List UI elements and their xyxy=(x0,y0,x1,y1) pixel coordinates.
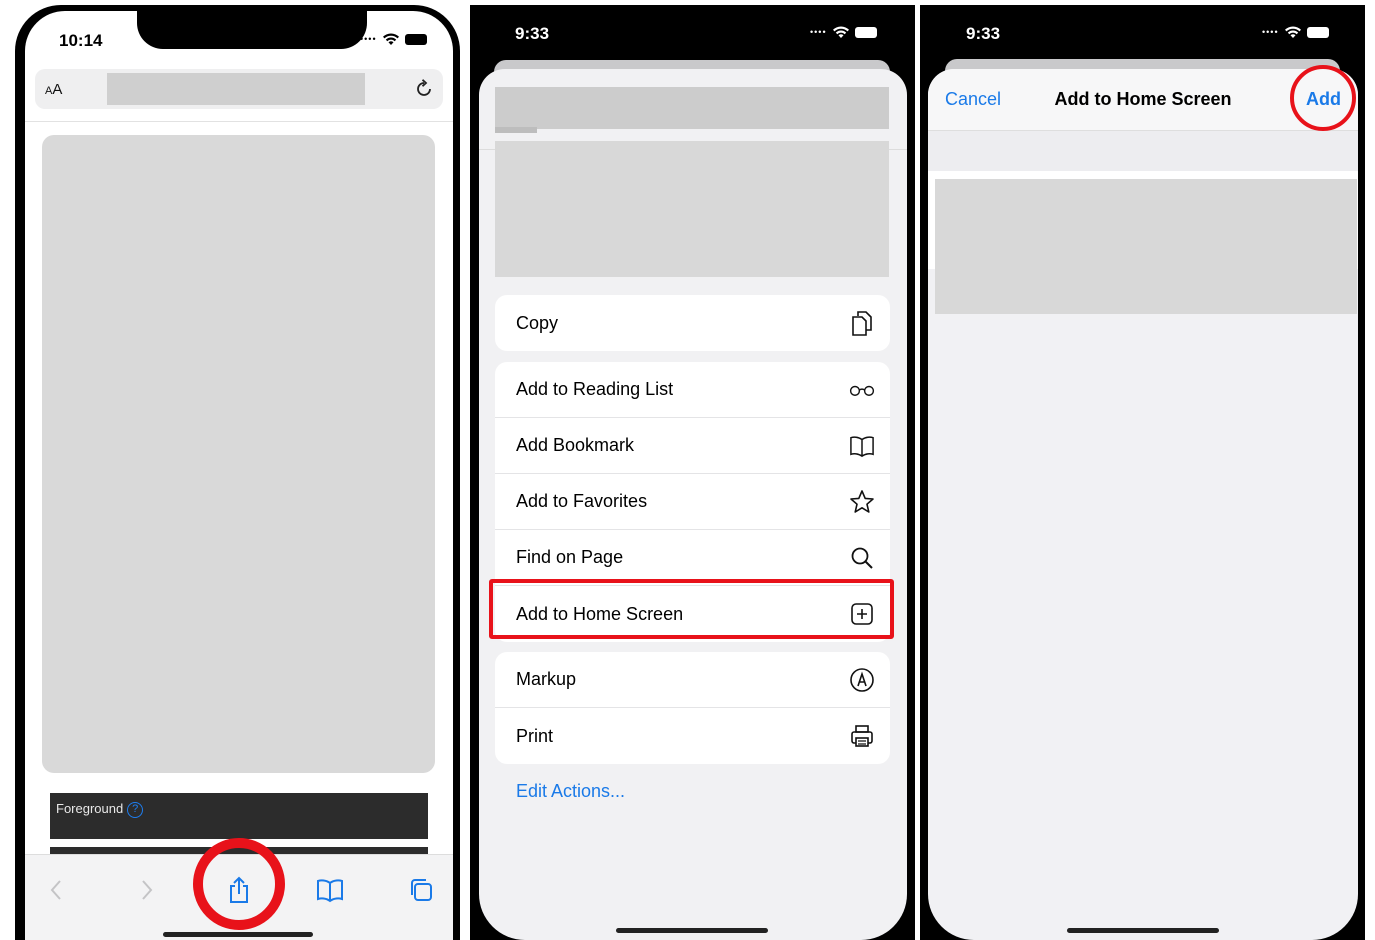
book-icon xyxy=(317,879,343,903)
status-time: 9:33 xyxy=(515,24,550,43)
action-label: Find on Page xyxy=(516,547,624,567)
home-screen-highlight-box xyxy=(489,579,894,639)
foreground-label: Foreground? xyxy=(56,801,144,818)
share-subtitle-placeholder xyxy=(495,127,537,133)
book-icon xyxy=(848,432,876,460)
action-add-bookmark[interactable]: Add Bookmark xyxy=(495,418,890,474)
text-size-large-a: A xyxy=(52,81,63,98)
action-markup[interactable]: Markup xyxy=(495,652,890,708)
foreground-text: Foreground xyxy=(56,801,124,816)
phone-screen: 10:14 •••• AA Foreground? xyxy=(25,11,453,940)
action-group-copy: Copy xyxy=(495,295,890,351)
action-add-to-reading-list[interactable]: Add to Reading List xyxy=(495,362,890,418)
star-icon xyxy=(848,488,876,516)
safari-browser-panel: 10:14 •••• AA Foreground? xyxy=(15,5,460,940)
action-find-on-page[interactable]: Find on Page xyxy=(495,530,890,586)
action-copy[interactable]: Copy xyxy=(495,295,890,351)
search-icon xyxy=(848,544,876,572)
share-sheet: Copy Add to Reading List Add Bookmark Ad… xyxy=(479,69,907,940)
printer-icon xyxy=(848,722,876,750)
help-icon[interactable]: ? xyxy=(127,802,144,818)
battery-icon xyxy=(1306,26,1329,38)
home-indicator xyxy=(616,928,768,933)
tabs-button[interactable] xyxy=(404,873,438,907)
status-icons: •••• xyxy=(360,32,427,46)
action-label: Print xyxy=(516,725,554,746)
chevron-right-icon xyxy=(142,880,153,900)
add-highlight-circle xyxy=(1290,65,1356,131)
tabs-icon xyxy=(411,879,432,901)
action-group-secondary: Markup Print xyxy=(495,652,890,764)
wifi-icon xyxy=(832,26,849,38)
share-title-placeholder xyxy=(495,87,889,129)
foreground-bar: Foreground? xyxy=(50,793,428,839)
address-bar[interactable]: AA xyxy=(35,69,443,109)
status-time: 10:14 xyxy=(59,31,103,50)
action-label: Copy xyxy=(516,312,559,333)
webpage-content xyxy=(42,135,435,773)
action-label: Add to Favorites xyxy=(516,491,648,511)
status-icons: •••• xyxy=(1262,25,1329,39)
signal-icon: •••• xyxy=(360,34,377,44)
add-to-home-screen-panel: 9:33 •••• Add to Home Screen Cancel Add xyxy=(920,5,1365,940)
chevron-left-icon xyxy=(50,880,61,900)
wifi-icon xyxy=(382,33,399,45)
copy-icon xyxy=(848,309,876,337)
section-gap xyxy=(928,131,1358,171)
battery-icon xyxy=(854,26,877,38)
add-home-sheet: Add to Home Screen Cancel Add xyxy=(928,69,1358,940)
wifi-icon xyxy=(1284,26,1301,38)
cancel-button[interactable]: Cancel xyxy=(945,89,1001,110)
text-size-button[interactable]: AA xyxy=(45,81,62,98)
signal-icon: •••• xyxy=(1262,27,1279,37)
markup-icon xyxy=(848,666,876,694)
home-indicator xyxy=(1067,928,1219,933)
home-indicator xyxy=(163,932,313,937)
status-time: 9:33 xyxy=(966,24,1001,43)
back-button[interactable] xyxy=(39,873,73,907)
share-targets-placeholder xyxy=(495,141,889,277)
action-add-to-favorites[interactable]: Add to Favorites xyxy=(495,474,890,530)
share-highlight-circle xyxy=(193,838,285,930)
divider xyxy=(25,121,453,122)
bookmarks-button[interactable] xyxy=(313,873,347,907)
action-label: Markup xyxy=(516,669,577,689)
signal-icon: •••• xyxy=(810,27,827,37)
action-print[interactable]: Print xyxy=(495,708,890,764)
edit-actions-link[interactable]: Edit Actions... xyxy=(516,781,625,802)
action-label: Add Bookmark xyxy=(516,435,635,455)
action-label: Add to Reading List xyxy=(516,379,674,399)
bookmark-details-placeholder xyxy=(935,179,1357,314)
url-field[interactable] xyxy=(107,73,365,105)
notch xyxy=(137,11,367,49)
status-icons: •••• xyxy=(810,25,877,39)
battery-icon xyxy=(404,33,427,45)
glasses-icon xyxy=(848,376,876,404)
share-sheet-panel: 9:33 •••• Copy Add to Reading List Add B… xyxy=(470,5,915,940)
reload-icon[interactable] xyxy=(413,78,435,100)
forward-button[interactable] xyxy=(130,873,164,907)
